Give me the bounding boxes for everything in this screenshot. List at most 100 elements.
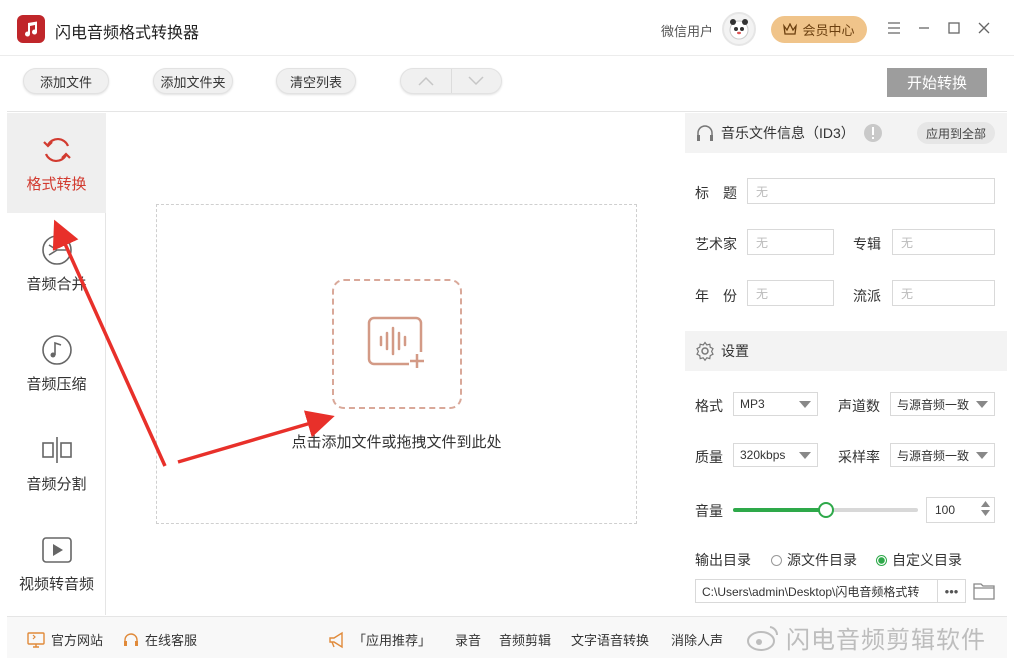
channels-value: 与源音频一致	[897, 397, 970, 412]
sidebar-item-audio-compress[interactable]: 音频压缩	[7, 313, 106, 413]
footer-link-audio-edit[interactable]: 音频剪辑	[499, 630, 551, 649]
headset-icon	[124, 632, 138, 646]
radio-source-dir[interactable]: 源文件目录	[771, 550, 857, 570]
samplerate-value: 与源音频一致	[897, 448, 970, 463]
gear-icon	[696, 341, 714, 361]
drop-hint-text: 点击添加文件或拖拽文件到此处	[291, 434, 502, 451]
move-down-button[interactable]	[452, 69, 502, 93]
sidebar-item-format-convert[interactable]: 格式转换	[7, 113, 106, 213]
app-recommend[interactable]: 「应用推荐」	[327, 630, 431, 649]
year-label: 年 份	[695, 288, 737, 304]
sidebar-item-label: 音频合并	[26, 275, 87, 293]
artist-label: 艺术家	[695, 236, 737, 252]
official-site-label: 官方网站	[51, 633, 104, 648]
quality-value: 320kbps	[740, 448, 786, 462]
minimize-icon[interactable]	[914, 18, 934, 38]
move-buttons	[400, 68, 502, 94]
volume-slider-fill	[733, 508, 826, 512]
radio-custom-dir[interactable]: 自定义目录	[876, 550, 962, 570]
file-drop-zone[interactable]: 点击添加文件或拖拽文件到此处	[156, 204, 637, 524]
add-file-button[interactable]: 添加文件	[23, 68, 109, 94]
menu-icon[interactable]	[884, 18, 904, 38]
user-name[interactable]: 微信用户	[661, 21, 713, 40]
dropdown-arrow-icon	[799, 452, 811, 459]
megaphone-icon	[329, 631, 343, 648]
volume-spinner	[981, 501, 990, 516]
official-site-link[interactable]: 官方网站	[27, 630, 103, 649]
sidebar-item-label: 音频分割	[26, 475, 87, 493]
settings-panel: 音乐文件信息（ID3） 应用到全部 标 题 无 艺术家 无 专辑 无 年 份 无…	[685, 113, 1007, 615]
radio-on-icon	[876, 554, 887, 566]
format-label: 格式	[695, 398, 723, 414]
sidebar-item-video-to-audio[interactable]: 视频转音频	[7, 513, 106, 613]
genre-label: 流派	[853, 288, 881, 304]
chevron-up-icon	[418, 76, 434, 86]
app-recommend-label: 「应用推荐」	[353, 633, 432, 648]
footer-link-vocal-remove[interactable]: 消除人声	[671, 630, 723, 649]
radio-off-icon	[771, 554, 782, 566]
footer-link-record[interactable]: 录音	[455, 630, 481, 649]
title-field[interactable]: 无	[747, 178, 995, 204]
title-bar: 闪电音频格式转换器 微信用户 会员中心	[0, 0, 1014, 56]
browse-more-button[interactable]: •••	[938, 579, 966, 603]
footer-link-tts[interactable]: 文字语音转换	[571, 630, 649, 649]
radio-custom-dir-label: 自定义目录	[892, 552, 962, 568]
album-label: 专辑	[853, 236, 881, 252]
album-field[interactable]: 无	[892, 229, 995, 255]
volume-slider[interactable]	[733, 502, 918, 518]
clear-list-button[interactable]: 清空列表	[276, 68, 356, 94]
quality-select[interactable]: 320kbps	[733, 443, 818, 467]
avatar[interactable]	[722, 12, 756, 46]
settings-section-header: 设置	[685, 331, 1007, 371]
sidebar-item-audio-merge[interactable]: 音频合并	[7, 213, 106, 313]
refresh-icon	[42, 137, 71, 162]
app-window: 闪电音频格式转换器 微信用户 会员中心 添加文件 添加文件夹 清空列表 开始转换…	[0, 0, 1014, 664]
vip-center-button[interactable]: 会员中心	[771, 16, 867, 43]
quality-label: 质量	[695, 449, 723, 465]
merge-icon	[41, 234, 72, 265]
sidebar-item-label: 视频转音频	[18, 575, 94, 593]
start-convert-button[interactable]: 开始转换	[887, 68, 987, 97]
watermark-text: 闪电音频剪辑软件	[786, 627, 986, 654]
crown-icon	[783, 23, 798, 35]
spin-down-icon[interactable]	[981, 510, 990, 516]
channels-label: 声道数	[838, 398, 880, 414]
samplerate-select[interactable]: 与源音频一致	[890, 443, 995, 467]
year-field[interactable]: 无	[747, 280, 834, 306]
add-audio-icon	[367, 316, 425, 368]
play-icon	[41, 536, 72, 563]
split-icon	[41, 436, 72, 463]
add-audio-button[interactable]	[332, 279, 462, 409]
artist-field[interactable]: 无	[747, 229, 834, 255]
info-icon[interactable]	[863, 123, 883, 143]
channels-select[interactable]: 与源音频一致	[890, 392, 995, 416]
apply-to-all-button[interactable]: 应用到全部	[917, 122, 995, 144]
online-support-label: 在线客服	[145, 633, 198, 648]
folder-icon[interactable]	[973, 581, 995, 601]
output-path-field[interactable]: C:\Users\admin\Desktop\闪电音频格式转	[695, 579, 938, 603]
sidebar: 格式转换 音频合并 音频压缩 音频分割 视频转音频	[7, 113, 106, 615]
format-select[interactable]: MP3	[733, 392, 818, 416]
format-value: MP3	[740, 397, 765, 411]
chevron-down-icon	[468, 76, 484, 86]
volume-value: 100	[935, 503, 956, 517]
watermark: 闪电音频剪辑软件	[746, 620, 986, 655]
online-support-link[interactable]: 在线客服	[123, 630, 197, 649]
toolbar: 添加文件 添加文件夹 清空列表 开始转换	[7, 56, 1007, 112]
move-up-button[interactable]	[401, 69, 452, 93]
id3-heading: 音乐文件信息（ID3）	[721, 125, 855, 141]
volume-input[interactable]: 100	[926, 497, 995, 523]
radio-source-dir-label: 源文件目录	[787, 552, 857, 568]
genre-field[interactable]: 无	[892, 280, 995, 306]
music-note-icon	[41, 334, 72, 365]
sidebar-item-audio-split[interactable]: 音频分割	[7, 413, 106, 513]
weibo-icon	[747, 625, 779, 651]
volume-label: 音量	[695, 503, 723, 519]
app-title: 闪电音频格式转换器	[55, 25, 200, 42]
add-folder-button[interactable]: 添加文件夹	[153, 68, 233, 94]
spin-up-icon[interactable]	[981, 501, 990, 507]
close-icon[interactable]	[974, 18, 994, 38]
dropdown-arrow-icon	[976, 401, 988, 408]
volume-slider-handle[interactable]	[817, 502, 834, 518]
maximize-icon[interactable]	[944, 18, 964, 38]
